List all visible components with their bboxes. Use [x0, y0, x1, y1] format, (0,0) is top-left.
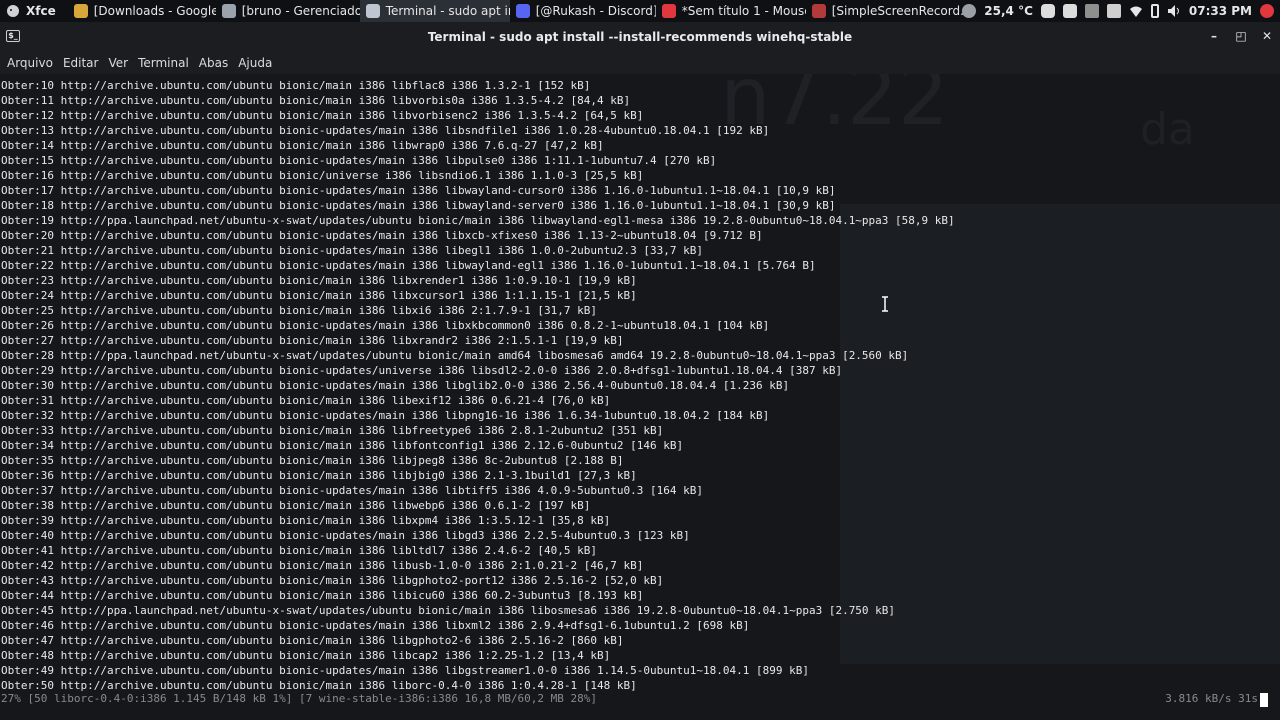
system-tray: 25,4 °C 07:33 PM [962, 0, 1280, 22]
mouse-logo-icon [6, 4, 20, 18]
terminal-line: Obter:44 http://archive.ubuntu.com/ubunt… [1, 589, 644, 602]
taskbar-item[interactable]: *Sem título 1 - Mouse... [656, 0, 806, 22]
menu-ajuda[interactable]: Ajuda [233, 56, 277, 70]
clipboard-icon[interactable] [1106, 4, 1121, 18]
terminal-line: Obter:39 http://archive.ubuntu.com/ubunt… [1, 514, 611, 527]
terminal-line: Obter:33 http://archive.ubuntu.com/ubunt… [1, 424, 664, 437]
terminal-line: Obter:37 http://archive.ubuntu.com/ubunt… [1, 484, 703, 497]
taskbar-app-icon [221, 4, 236, 18]
battery-icon[interactable] [1150, 4, 1159, 18]
wifi-icon[interactable] [1129, 4, 1143, 18]
terminal-line: Obter:28 http://ppa.launchpad.net/ubuntu… [1, 349, 909, 362]
window-titlebar[interactable]: $_ Terminal - sudo apt install --install… [0, 22, 1280, 52]
taskbar-item[interactable]: Terminal - sudo apt in... [359, 0, 510, 22]
taskbar-app-icon [661, 4, 676, 18]
svg-text:da: da [1140, 104, 1195, 155]
terminal-line: Obter:13 http://archive.ubuntu.com/ubunt… [1, 124, 770, 137]
download-speed: 3.816 kB/s 31s [1165, 692, 1258, 705]
terminal-line: Obter:40 http://archive.ubuntu.com/ubunt… [1, 529, 690, 542]
terminal-line: Obter:12 http://archive.ubuntu.com/ubunt… [1, 109, 644, 122]
menu-terminal[interactable]: Terminal [133, 56, 194, 70]
taskbar-item[interactable]: [bruno - Gerenciador ... [216, 0, 360, 22]
taskbar-item-label: *Sem título 1 - Mouse... [681, 4, 806, 18]
app-menu-label: Xfce [26, 4, 56, 18]
menu-ver[interactable]: Ver [103, 56, 133, 70]
terminal-line: Obter:36 http://archive.ubuntu.com/ubunt… [1, 469, 637, 482]
volume-icon[interactable] [1167, 4, 1181, 18]
power-icon[interactable] [1260, 4, 1274, 18]
terminal-line: Obter:43 http://archive.ubuntu.com/ubunt… [1, 574, 664, 587]
terminal-line: Obter:34 http://archive.ubuntu.com/ubunt… [1, 439, 684, 452]
menu-bar: Arquivo Editar Ver Terminal Abas Ajuda [0, 52, 1280, 74]
terminal-line: Obter:29 http://archive.ubuntu.com/ubunt… [1, 364, 843, 377]
terminal-line: Obter:49 http://archive.ubuntu.com/ubunt… [1, 664, 809, 677]
clock[interactable]: 07:33 PM [1189, 4, 1252, 18]
terminal-line: Obter:48 http://archive.ubuntu.com/ubunt… [1, 649, 611, 662]
terminal-line: Obter:16 http://archive.ubuntu.com/ubunt… [1, 169, 644, 182]
terminal-line: Obter:24 http://archive.ubuntu.com/ubunt… [1, 289, 637, 302]
terminal-line: Obter:26 http://archive.ubuntu.com/ubunt… [1, 319, 770, 332]
terminal-line: Obter:41 http://archive.ubuntu.com/ubunt… [1, 544, 598, 557]
terminal-line: Obter:46 http://archive.ubuntu.com/ubunt… [1, 619, 750, 632]
terminal-lines: Obter:10 http://archive.ubuntu.com/ubunt… [1, 78, 955, 693]
terminal-line: Obter:18 http://archive.ubuntu.com/ubunt… [1, 199, 836, 212]
terminal-line: Obter:30 http://archive.ubuntu.com/ubunt… [1, 379, 790, 392]
window-title: Terminal - sudo apt install --install-re… [427, 30, 853, 44]
terminal-line: Obter:32 http://archive.ubuntu.com/ubunt… [1, 409, 770, 422]
terminal-line: Obter:20 http://archive.ubuntu.com/ubunt… [1, 229, 763, 242]
discord-tray-icon[interactable] [1040, 4, 1055, 18]
terminal-line: Obter:19 http://ppa.launchpad.net/ubuntu… [1, 214, 955, 227]
taskbar-item-label: [@Rukash - Discord] [535, 4, 656, 18]
menu-editar[interactable]: Editar [58, 56, 104, 70]
terminal-line: Obter:21 http://archive.ubuntu.com/ubunt… [1, 244, 703, 257]
terminal-line: Obter:14 http://archive.ubuntu.com/ubunt… [1, 139, 604, 152]
taskbar-app-icon [515, 4, 530, 18]
maximize-button[interactable]: ◰ [1233, 28, 1249, 44]
taskbar-app-icon [365, 4, 380, 18]
camera-tray-icon[interactable] [1062, 4, 1077, 18]
terminal-line: Obter:45 http://ppa.launchpad.net/ubuntu… [1, 604, 896, 617]
top-panel: Xfce [Downloads - Google ... [bruno - Ger… [0, 0, 1280, 22]
weather-icon[interactable] [962, 4, 977, 18]
mouse-ibeam-icon [881, 296, 889, 312]
terminal-line: Obter:17 http://archive.ubuntu.com/ubunt… [1, 184, 836, 197]
terminal-output[interactable]: n7.22 da Obter:10 http://archive.ubuntu.… [0, 74, 1280, 720]
temperature-label[interactable]: 25,4 °C [984, 4, 1033, 18]
taskbar-item-label: [SimpleScreenRecord... [831, 4, 966, 18]
recorder-tray-icon[interactable] [1084, 4, 1099, 18]
terminal-line: Obter:47 http://archive.ubuntu.com/ubunt… [1, 634, 624, 647]
taskbar-item-label: [bruno - Gerenciador ... [241, 4, 360, 18]
terminal-line: Obter:11 http://archive.ubuntu.com/ubunt… [1, 94, 631, 107]
progress-status: 27% [50 liborc-0.4-0:i386 1.145 B/148 kB… [1, 692, 598, 705]
terminal-line: Obter:23 http://archive.ubuntu.com/ubunt… [1, 274, 637, 287]
terminal-line: Obter:42 http://archive.ubuntu.com/ubunt… [1, 559, 644, 572]
text-cursor [1260, 693, 1268, 707]
taskbar-item-label: Terminal - sudo apt in... [385, 4, 510, 18]
taskbar-item[interactable]: [Downloads - Google ... [68, 0, 216, 22]
taskbar-app-icon [811, 4, 826, 18]
terminal-line: Obter:31 http://archive.ubuntu.com/ubunt… [1, 394, 611, 407]
terminal-line: Obter:22 http://archive.ubuntu.com/ubunt… [1, 259, 816, 272]
menu-abas[interactable]: Abas [194, 56, 233, 70]
app-menu-button[interactable]: Xfce [0, 0, 62, 22]
terminal-line: Obter:35 http://archive.ubuntu.com/ubunt… [1, 454, 624, 467]
taskbar-item-label: [Downloads - Google ... [93, 4, 216, 18]
terminal-line: Obter:50 http://archive.ubuntu.com/ubunt… [1, 679, 637, 692]
minimize-button[interactable]: – [1206, 28, 1222, 44]
close-button[interactable]: ✕ [1259, 28, 1275, 44]
menu-arquivo[interactable]: Arquivo [2, 56, 58, 70]
terminal-line: Obter:38 http://archive.ubuntu.com/ubunt… [1, 499, 591, 512]
terminal-line: Obter:27 http://archive.ubuntu.com/ubunt… [1, 334, 624, 347]
taskbar-app-icon [73, 4, 88, 18]
taskbar-item[interactable]: [SimpleScreenRecord... [806, 0, 966, 22]
terminal-line: Obter:25 http://archive.ubuntu.com/ubunt… [1, 304, 598, 317]
terminal-line: Obter:10 http://archive.ubuntu.com/ubunt… [1, 79, 591, 92]
taskbar-item[interactable]: [@Rukash - Discord] [510, 0, 656, 22]
terminal-line: Obter:15 http://archive.ubuntu.com/ubunt… [1, 154, 717, 167]
